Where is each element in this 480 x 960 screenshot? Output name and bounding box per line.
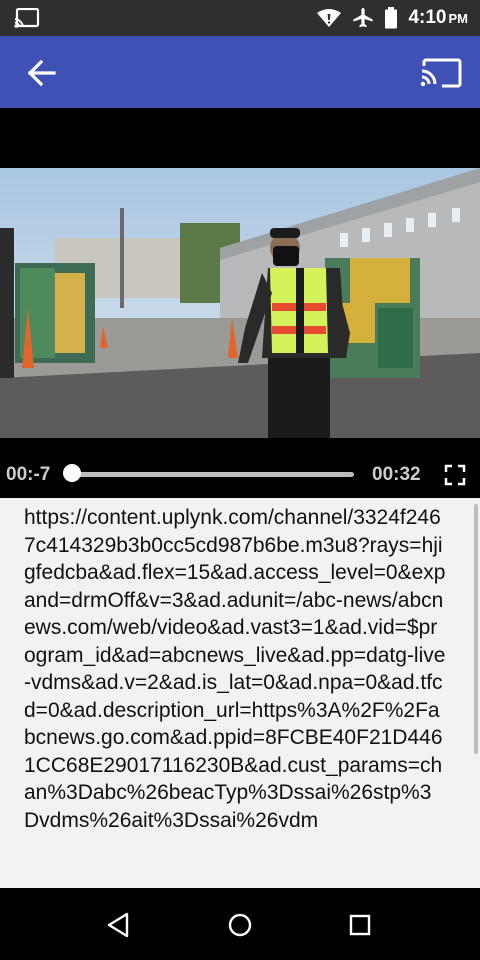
url-content: https://content.uplynk.com/channel/3324f… — [0, 498, 480, 888]
fullscreen-icon[interactable] — [444, 464, 466, 486]
wifi-icon — [317, 9, 342, 27]
navigation-bar — [0, 888, 480, 960]
video-frame — [0, 168, 480, 438]
battery-icon — [385, 7, 398, 29]
scrollbar[interactable] — [474, 504, 478, 754]
stream-url-text: https://content.uplynk.com/channel/3324f… — [24, 506, 446, 832]
status-time: 4:10 PM — [408, 7, 468, 28]
cast-icon[interactable] — [418, 56, 462, 88]
seek-track[interactable] — [72, 472, 354, 477]
seek-thumb[interactable] — [63, 464, 81, 482]
back-arrow-icon[interactable] — [26, 58, 58, 88]
airplane-mode-icon — [353, 8, 374, 28]
status-bar: 4:10 PM — [0, 0, 480, 36]
duration: 00:32 — [372, 464, 421, 485]
home-circle-icon[interactable] — [225, 910, 255, 940]
current-position: 00:-7 — [6, 464, 51, 485]
cast-icon — [14, 8, 40, 28]
back-triangle-icon[interactable] — [104, 910, 134, 940]
app-bar — [0, 36, 480, 108]
seek-bar-row: 00:-7 00:32 — [0, 438, 480, 498]
recents-square-icon[interactable] — [345, 910, 375, 940]
